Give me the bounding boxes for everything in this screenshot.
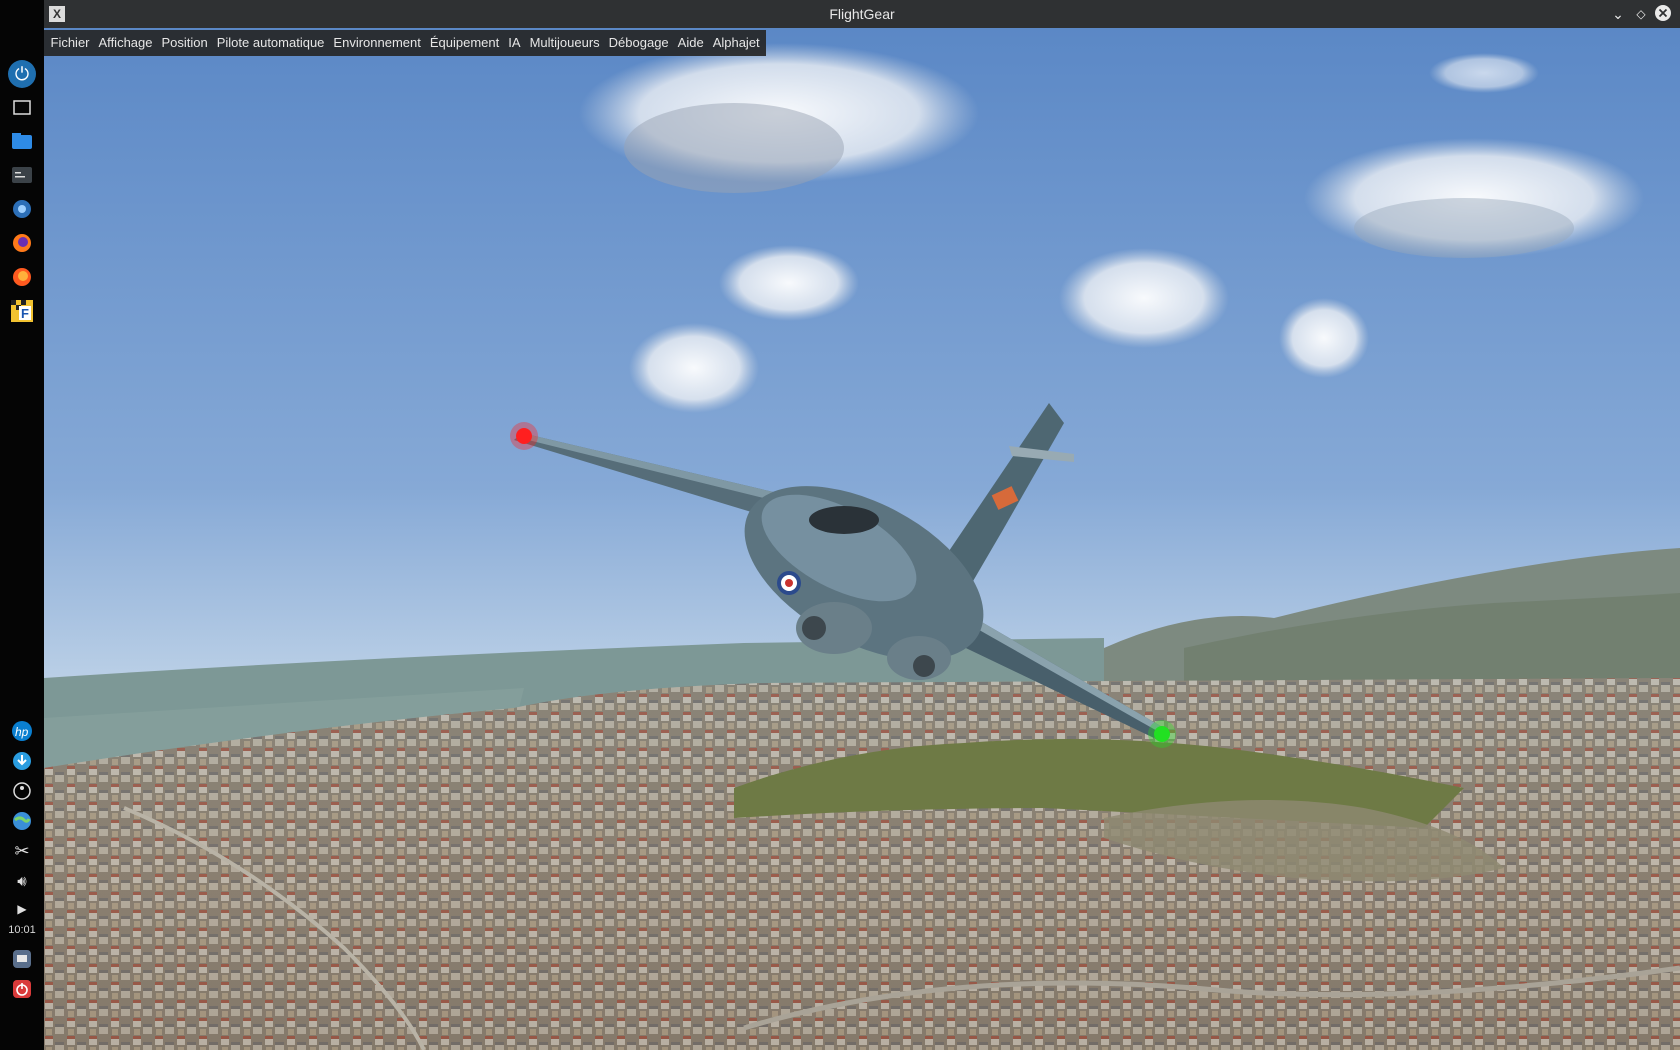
close-icon[interactable] xyxy=(1653,4,1673,24)
window-titlebar[interactable]: X FlightGear ⌄ ◇ xyxy=(44,0,1680,28)
menu-position[interactable]: Position xyxy=(157,30,212,56)
minimize-icon[interactable]: ⌄ xyxy=(1608,4,1628,24)
flight-scene-viewport[interactable] xyxy=(44,28,1680,1050)
accessibility-icon[interactable] xyxy=(8,777,36,805)
download-icon[interactable] xyxy=(8,747,36,775)
file-manager-icon[interactable] xyxy=(8,127,36,155)
terminal-icon[interactable] xyxy=(8,161,36,189)
expand-arrow-icon[interactable]: ▶ xyxy=(8,895,36,923)
svg-text:hp: hp xyxy=(15,725,29,739)
system-settings-icon[interactable] xyxy=(8,195,36,223)
menu-environnement[interactable]: Environnement xyxy=(329,30,425,56)
menu-aide[interactable]: Aide xyxy=(673,30,708,56)
menubar: Fichier Affichage Position Pilote automa… xyxy=(44,30,767,56)
taskbar: ⏻ F hp ✂ 🔊︎ ▶ 10:01 xyxy=(0,0,45,1050)
firefox-dev-icon[interactable] xyxy=(8,263,36,291)
window-title: FlightGear xyxy=(829,6,895,22)
firefox-icon[interactable] xyxy=(8,229,36,257)
printer-icon[interactable] xyxy=(8,945,36,973)
power-icon[interactable] xyxy=(8,975,36,1003)
scene-render xyxy=(44,28,1680,1050)
clock[interactable]: 10:01 xyxy=(0,924,44,936)
menu-multijoueurs[interactable]: Multijoueurs xyxy=(525,30,604,56)
menu-affichage[interactable]: Affichage xyxy=(94,30,157,56)
svg-text:F: F xyxy=(21,306,29,321)
volume-icon[interactable]: 🔊︎ xyxy=(8,867,36,895)
menu-equipement[interactable]: Équipement xyxy=(425,30,503,56)
menu-debogage[interactable]: Débogage xyxy=(604,30,673,56)
desktop-icon[interactable] xyxy=(8,94,36,122)
menu-fichier[interactable]: Fichier xyxy=(46,30,94,56)
kde-launcher-icon[interactable]: ⏻ xyxy=(8,60,36,88)
menu-ia[interactable]: IA xyxy=(504,30,525,56)
hp-icon[interactable]: hp xyxy=(8,717,36,745)
maximize-icon[interactable]: ◇ xyxy=(1631,4,1651,24)
menu-alphajet[interactable]: Alphajet xyxy=(708,30,764,56)
scissors-icon[interactable]: ✂ xyxy=(8,837,36,865)
menu-pilote-automatique[interactable]: Pilote automatique xyxy=(212,30,329,56)
flightgear-icon[interactable]: F xyxy=(8,297,36,325)
network-globe-icon[interactable] xyxy=(8,807,36,835)
